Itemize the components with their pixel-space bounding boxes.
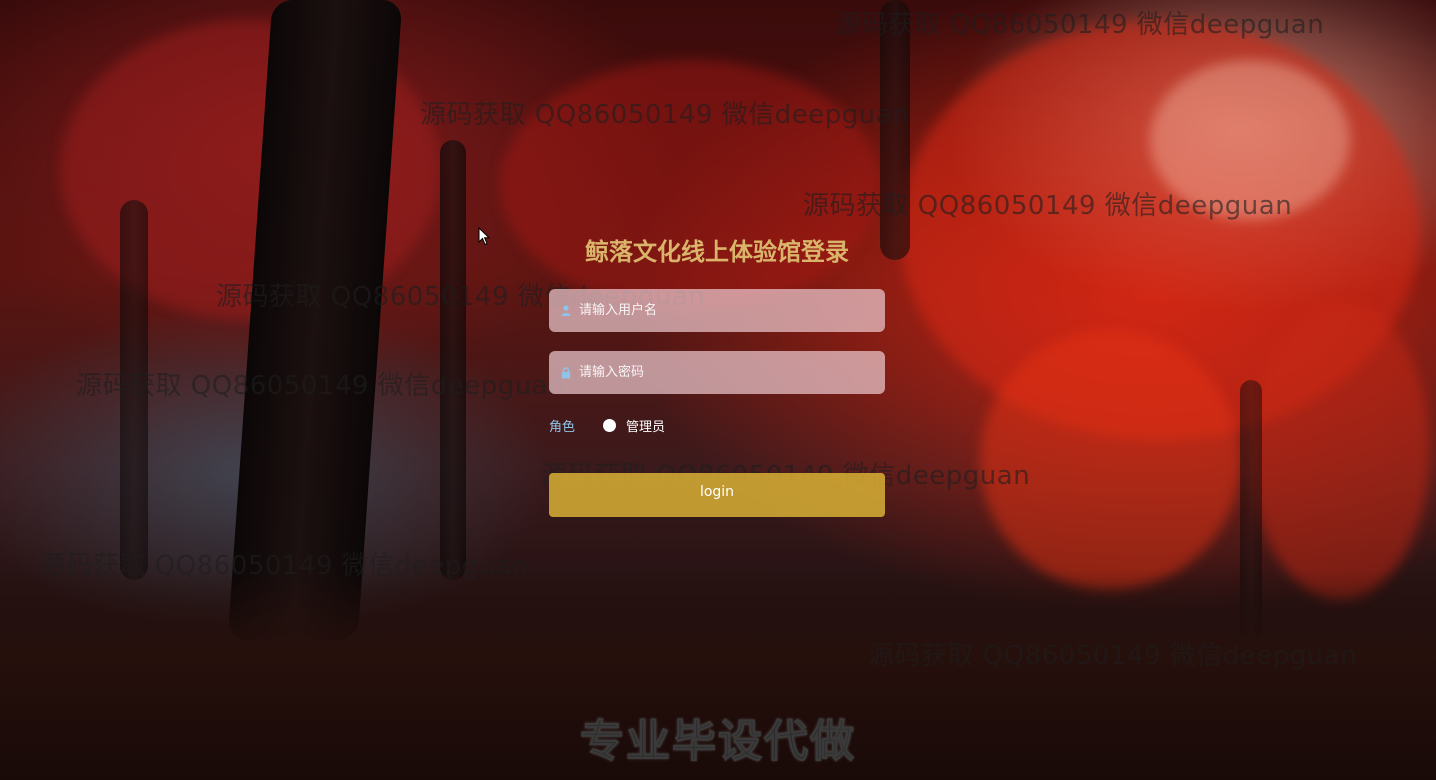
- role-radio-admin[interactable]: [603, 418, 617, 432]
- footer-banner-text: 专业毕设代做: [580, 716, 856, 768]
- watermark-text: 源码获取 QQ86050149 微信deepguan: [835, 10, 1325, 40]
- mouse-cursor-icon: [478, 226, 491, 250]
- login-form: 鲸落文化线上体验馆登录 角色 管理员 lo: [549, 230, 885, 517]
- username-field[interactable]: [549, 289, 885, 332]
- role-label: 角色: [549, 419, 576, 435]
- role-selector: 角色 管理员: [549, 413, 885, 437]
- tree-trunk-decor: [440, 140, 466, 580]
- watermark-text: 源码获取 QQ86050149 微信deepguan: [420, 100, 910, 130]
- user-icon: [560, 305, 572, 317]
- login-page: 源码获取 QQ86050149 微信deepguan 源码获取 QQ860501…: [0, 0, 1436, 780]
- login-title: 鲸落文化线上体验馆登录: [585, 238, 849, 266]
- username-input[interactable]: [579, 289, 885, 332]
- password-field[interactable]: [549, 351, 885, 394]
- lock-icon: [560, 366, 572, 379]
- watermark-text: 源码获取 QQ86050149 微信deepguan: [40, 551, 530, 581]
- watermark-text: 源码获取 QQ86050149 微信deepguan: [803, 191, 1293, 221]
- watermark-text: 源码获取 QQ86050149 微信deepguan: [76, 371, 566, 401]
- foliage-decor: [1250, 300, 1430, 600]
- watermark-text: 源码获取 QQ86050149 微信deepguan: [868, 641, 1358, 671]
- password-input[interactable]: [579, 351, 885, 394]
- role-option-label[interactable]: 管理员: [626, 416, 665, 435]
- login-button[interactable]: login: [549, 473, 885, 517]
